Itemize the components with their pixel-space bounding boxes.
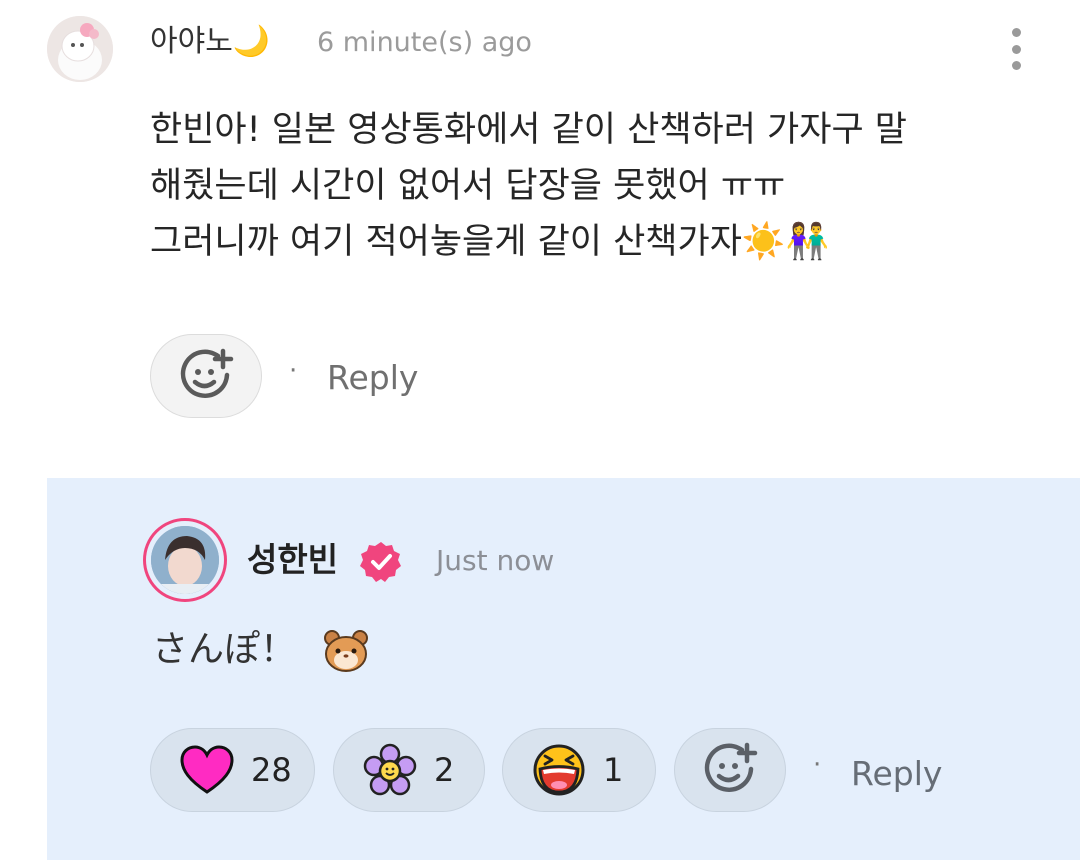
laughing-face-icon xyxy=(533,744,585,796)
laugh-reaction-button[interactable]: 1 xyxy=(502,728,656,812)
reply-button[interactable]: Reply xyxy=(327,356,418,400)
comment-line: 한빈아! 일본 영상통화에서 같이 산책하러 가자구 말 xyxy=(150,110,907,150)
reply-comment: 성한빈 Just now さんぽ！ 28 2 1 · Reply xyxy=(0,478,1080,860)
add-reaction-icon xyxy=(704,742,758,792)
comment-thread: 아야노🌙 6 minute(s) ago 한빈아! 일본 영상통화에서 같이 산… xyxy=(0,0,1080,860)
avatar[interactable] xyxy=(47,16,113,82)
comment-text: 한빈아! 일본 영상통화에서 같이 산책하러 가자구 말 해줬는데 시간이 없어… xyxy=(150,102,1030,270)
timestamp: Just now xyxy=(436,544,555,577)
reaction-count: 28 xyxy=(251,751,292,789)
add-reaction-button[interactable] xyxy=(150,334,262,418)
heart-reaction-button[interactable]: 28 xyxy=(150,728,315,812)
timestamp: 6 minute(s) ago xyxy=(317,27,532,58)
heart-icon xyxy=(180,745,234,794)
avatar-image xyxy=(151,526,219,594)
artist-avatar[interactable] xyxy=(143,518,227,602)
add-reaction-icon xyxy=(180,348,234,398)
flower-reaction-button[interactable]: 2 xyxy=(333,728,485,812)
flower-icon xyxy=(363,743,417,796)
separator-dot: · xyxy=(813,750,822,780)
reply-button[interactable]: Reply xyxy=(851,752,942,796)
reply-text: さんぽ！ xyxy=(152,626,369,674)
reaction-count: 2 xyxy=(434,751,455,789)
comment: 아야노🌙 6 minute(s) ago 한빈아! 일본 영상통화에서 같이 산… xyxy=(0,0,1080,478)
avatar-image xyxy=(47,16,113,82)
verified-badge-icon xyxy=(360,542,401,582)
comment-line: 해줬는데 시간이 없어서 답장을 못했어 ㅠㅠ xyxy=(150,166,786,206)
more-vertical-icon[interactable] xyxy=(1000,24,1032,74)
username[interactable]: 아야노🌙 xyxy=(150,20,270,64)
reaction-count: 1 xyxy=(603,751,624,789)
add-reaction-button[interactable] xyxy=(674,728,786,812)
hamster-face-icon xyxy=(324,630,369,672)
separator-dot: · xyxy=(289,356,298,386)
reply-text-content: さんぽ！ xyxy=(152,629,297,670)
comment-line: 그러니까 여기 적어놓을게 같이 산책가자☀️👫 xyxy=(150,222,830,262)
artist-username[interactable]: 성한빈 xyxy=(247,540,338,580)
